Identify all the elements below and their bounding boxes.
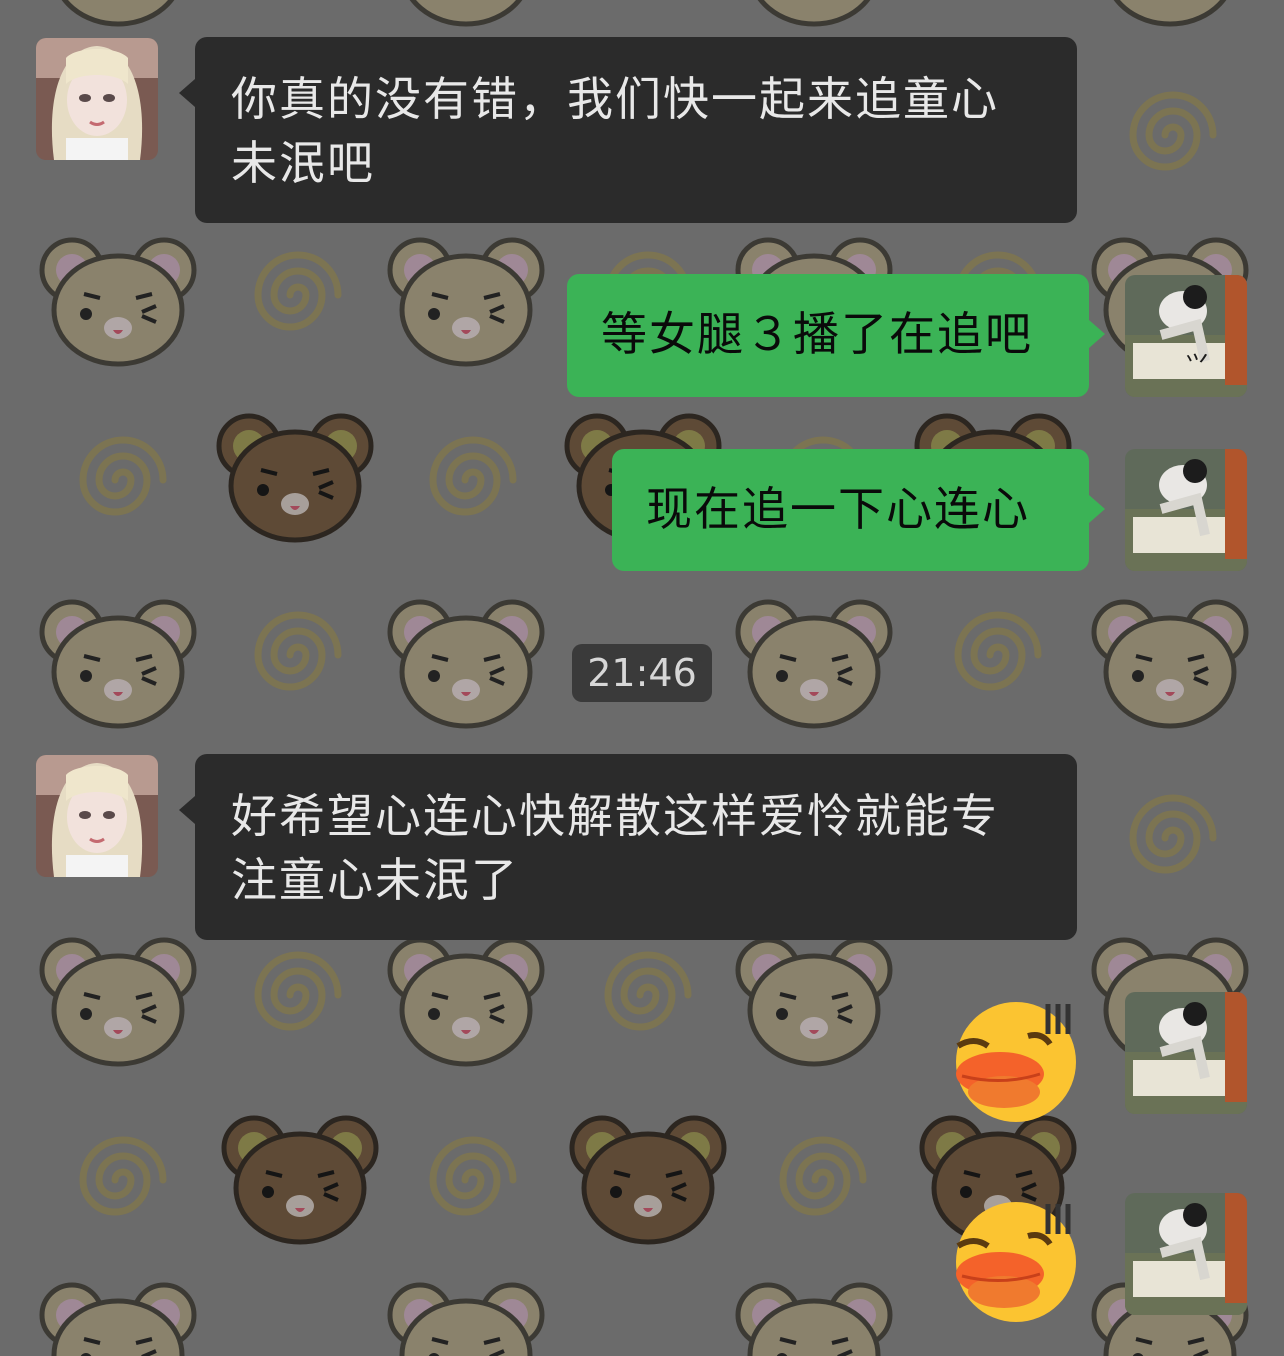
svg-text:⺍: ⺍ — [1185, 351, 1209, 379]
bubble-tail — [179, 79, 195, 107]
duck-face-sticker[interactable] — [948, 1196, 1088, 1326]
outgoing-message-bubble[interactable]: 现在追一下心连心 — [612, 449, 1105, 571]
incoming-message-bubble[interactable]: 好希望心连心快解散这样爱怜就能专注童心未泯了 — [179, 754, 1077, 940]
calligraphy-photo-avatar[interactable] — [1125, 449, 1247, 571]
calligraphy-photo-avatar[interactable] — [1125, 992, 1247, 1114]
bubble-tail — [1089, 495, 1105, 523]
message-text: 现在追一下心连心 — [646, 482, 1030, 536]
message-timestamp: 21:46 — [572, 644, 712, 702]
calligraphy-photo-avatar[interactable]: ⺍ — [1125, 275, 1247, 397]
blonde-girl-avatar[interactable] — [36, 755, 158, 877]
calligraphy-photo-avatar[interactable] — [1125, 1193, 1247, 1315]
blonde-girl-avatar[interactable] — [36, 38, 158, 160]
bubble-tail — [179, 796, 195, 824]
incoming-message-bubble[interactable]: 你真的没有错，我们快一起来追童心未泯吧 — [179, 37, 1077, 223]
message-text: 好希望心连心快解散这样爱怜就能专注童心未泯了 — [231, 789, 999, 907]
bubble-tail — [1089, 320, 1105, 348]
outgoing-message-bubble[interactable]: 等女腿３播了在追吧 — [567, 274, 1105, 397]
duck-face-sticker[interactable] — [948, 996, 1088, 1126]
message-text: 你真的没有错，我们快一起来追童心未泯吧 — [231, 72, 999, 190]
message-text: 等女腿３播了在追吧 — [601, 307, 1033, 361]
